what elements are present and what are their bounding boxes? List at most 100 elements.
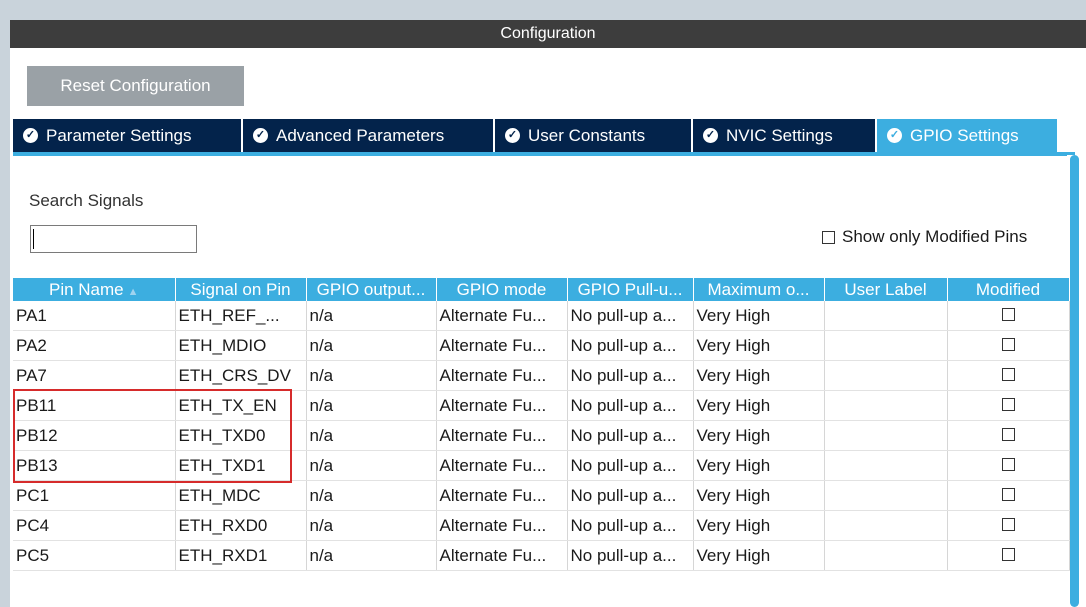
table-row[interactable]: PA7 ETH_CRS_DV n/a Alternate Fu... No pu… — [13, 360, 1070, 391]
tab-nvic-settings[interactable]: ✓ NVIC Settings — [693, 119, 877, 152]
signal-cell: ETH_RXD1 — [175, 540, 307, 571]
modified-checkbox[interactable] — [1001, 367, 1015, 381]
gpio-output-cell: n/a — [306, 301, 437, 331]
max-speed-cell: Very High — [693, 330, 825, 361]
pin-name-cell: PA1 — [13, 301, 176, 331]
signal-cell: ETH_MDIO — [175, 330, 307, 361]
gpio-mode-cell: Alternate Fu... — [436, 390, 568, 421]
pin-name-cell: PA7 — [13, 360, 176, 391]
tab-underline — [13, 152, 1075, 156]
check-circle-icon: ✓ — [505, 128, 520, 143]
table-row[interactable]: PA1 ETH_REF_... n/a Alternate Fu... No p… — [13, 301, 1070, 331]
table-row[interactable]: PB11 ETH_TX_EN n/a Alternate Fu... No pu… — [13, 390, 1070, 421]
gpio-pull-cell: No pull-up a... — [567, 510, 694, 541]
column-header-gpio-output[interactable]: GPIO output... — [306, 278, 437, 301]
tab-label: GPIO Settings — [910, 125, 1019, 145]
gpio-output-cell: n/a — [306, 480, 437, 511]
gpio-pull-cell: No pull-up a... — [567, 540, 694, 571]
tab-gpio-settings[interactable]: ✓ GPIO Settings — [877, 119, 1057, 152]
gpio-mode-cell: Alternate Fu... — [436, 420, 568, 451]
table-row[interactable]: PC5 ETH_RXD1 n/a Alternate Fu... No pull… — [13, 540, 1070, 571]
gpio-mode-cell: Alternate Fu... — [436, 330, 568, 361]
user-label-cell — [824, 390, 948, 421]
tab-label: NVIC Settings — [726, 125, 833, 145]
tab-advanced-parameters[interactable]: ✓ Advanced Parameters — [243, 119, 495, 152]
modified-cell — [947, 480, 1070, 511]
modified-checkbox[interactable] — [1001, 307, 1015, 321]
check-circle-icon: ✓ — [887, 128, 902, 143]
tab-label: Advanced Parameters — [276, 125, 445, 145]
column-header-signal-on-pin[interactable]: Signal on Pin — [175, 278, 307, 301]
gpio-output-cell: n/a — [306, 540, 437, 571]
gpio-output-cell: n/a — [306, 420, 437, 451]
signal-cell: ETH_TX_EN — [175, 390, 307, 421]
check-circle-icon: ✓ — [253, 128, 268, 143]
pin-name-cell: PC5 — [13, 540, 176, 571]
modified-checkbox[interactable] — [1001, 487, 1015, 501]
search-signals-input[interactable] — [30, 225, 197, 253]
user-label-cell — [824, 540, 948, 571]
table-row[interactable]: PA2 ETH_MDIO n/a Alternate Fu... No pull… — [13, 330, 1070, 361]
max-speed-cell: Very High — [693, 390, 825, 421]
modified-checkbox[interactable] — [1001, 457, 1015, 471]
gpio-mode-cell: Alternate Fu... — [436, 540, 568, 571]
show-only-modified-toggle[interactable]: Show only Modified Pins — [822, 227, 1027, 247]
column-header-modified[interactable]: Modified — [947, 278, 1070, 301]
modified-cell — [947, 390, 1070, 421]
modified-checkbox[interactable] — [1001, 427, 1015, 441]
column-header-pin-name[interactable]: Pin Name ▲ — [13, 278, 176, 301]
pin-name-cell: PB13 — [13, 450, 176, 481]
max-speed-cell: Very High — [693, 540, 825, 571]
modified-cell — [947, 420, 1070, 451]
signal-cell: ETH_CRS_DV — [175, 360, 307, 391]
table-row[interactable]: PC1 ETH_MDC n/a Alternate Fu... No pull-… — [13, 480, 1070, 511]
table-row[interactable]: PC4 ETH_RXD0 n/a Alternate Fu... No pull… — [13, 510, 1070, 541]
column-header-user-label[interactable]: User Label — [824, 278, 948, 301]
show-only-modified-label: Show only Modified Pins — [842, 227, 1028, 246]
user-label-cell — [824, 450, 948, 481]
table-row[interactable]: PB12 ETH_TXD0 n/a Alternate Fu... No pul… — [13, 420, 1070, 451]
pin-name-cell: PB11 — [13, 390, 176, 421]
tab-user-constants[interactable]: ✓ User Constants — [495, 119, 693, 152]
max-speed-cell: Very High — [693, 420, 825, 451]
user-label-cell — [824, 330, 948, 361]
modified-checkbox[interactable] — [1001, 517, 1015, 531]
gpio-output-cell: n/a — [306, 330, 437, 361]
modified-cell — [947, 330, 1070, 361]
configuration-header: Configuration — [10, 20, 1086, 48]
modified-checkbox[interactable] — [1001, 337, 1015, 351]
gpio-pin-table: Pin Name ▲ Signal on Pin GPIO output... G… — [13, 278, 1070, 571]
checkbox-icon[interactable] — [822, 230, 835, 244]
tab-label: Parameter Settings — [46, 125, 192, 145]
reset-configuration-button[interactable]: Reset Configuration — [27, 66, 244, 106]
gpio-mode-cell: Alternate Fu... — [436, 510, 568, 541]
window-top-strip — [0, 0, 1086, 20]
max-speed-cell: Very High — [693, 360, 825, 391]
column-header-gpio-mode[interactable]: GPIO mode — [436, 278, 568, 301]
gpio-output-cell: n/a — [306, 360, 437, 391]
check-circle-icon: ✓ — [703, 128, 718, 143]
pin-name-cell: PC1 — [13, 480, 176, 511]
pin-name-cell: PC4 — [13, 510, 176, 541]
max-speed-cell: Very High — [693, 450, 825, 481]
modified-checkbox[interactable] — [1001, 547, 1015, 561]
scrollbar-thumb[interactable] — [1070, 155, 1079, 607]
table-header-row: Pin Name ▲ Signal on Pin GPIO output... G… — [13, 278, 1070, 301]
column-header-maximum-output-speed[interactable]: Maximum o... — [693, 278, 825, 301]
gpio-mode-cell: Alternate Fu... — [436, 480, 568, 511]
configuration-panel: Configuration Reset Configuration ✓ Para… — [10, 20, 1086, 607]
signal-cell: ETH_TXD0 — [175, 420, 307, 451]
max-speed-cell: Very High — [693, 301, 825, 331]
gpio-pull-cell: No pull-up a... — [567, 301, 694, 331]
modified-cell — [947, 360, 1070, 391]
tab-parameter-settings[interactable]: ✓ Parameter Settings — [13, 119, 243, 152]
column-header-gpio-pull[interactable]: GPIO Pull-u... — [567, 278, 694, 301]
gpio-output-cell: n/a — [306, 390, 437, 421]
gpio-pull-cell: No pull-up a... — [567, 480, 694, 511]
table-row[interactable]: PB13 ETH_TXD1 n/a Alternate Fu... No pul… — [13, 450, 1070, 481]
modified-checkbox[interactable] — [1001, 397, 1015, 411]
sort-ascending-icon: ▲ — [127, 285, 139, 298]
gpio-mode-cell: Alternate Fu... — [436, 301, 568, 331]
max-speed-cell: Very High — [693, 510, 825, 541]
user-label-cell — [824, 510, 948, 541]
